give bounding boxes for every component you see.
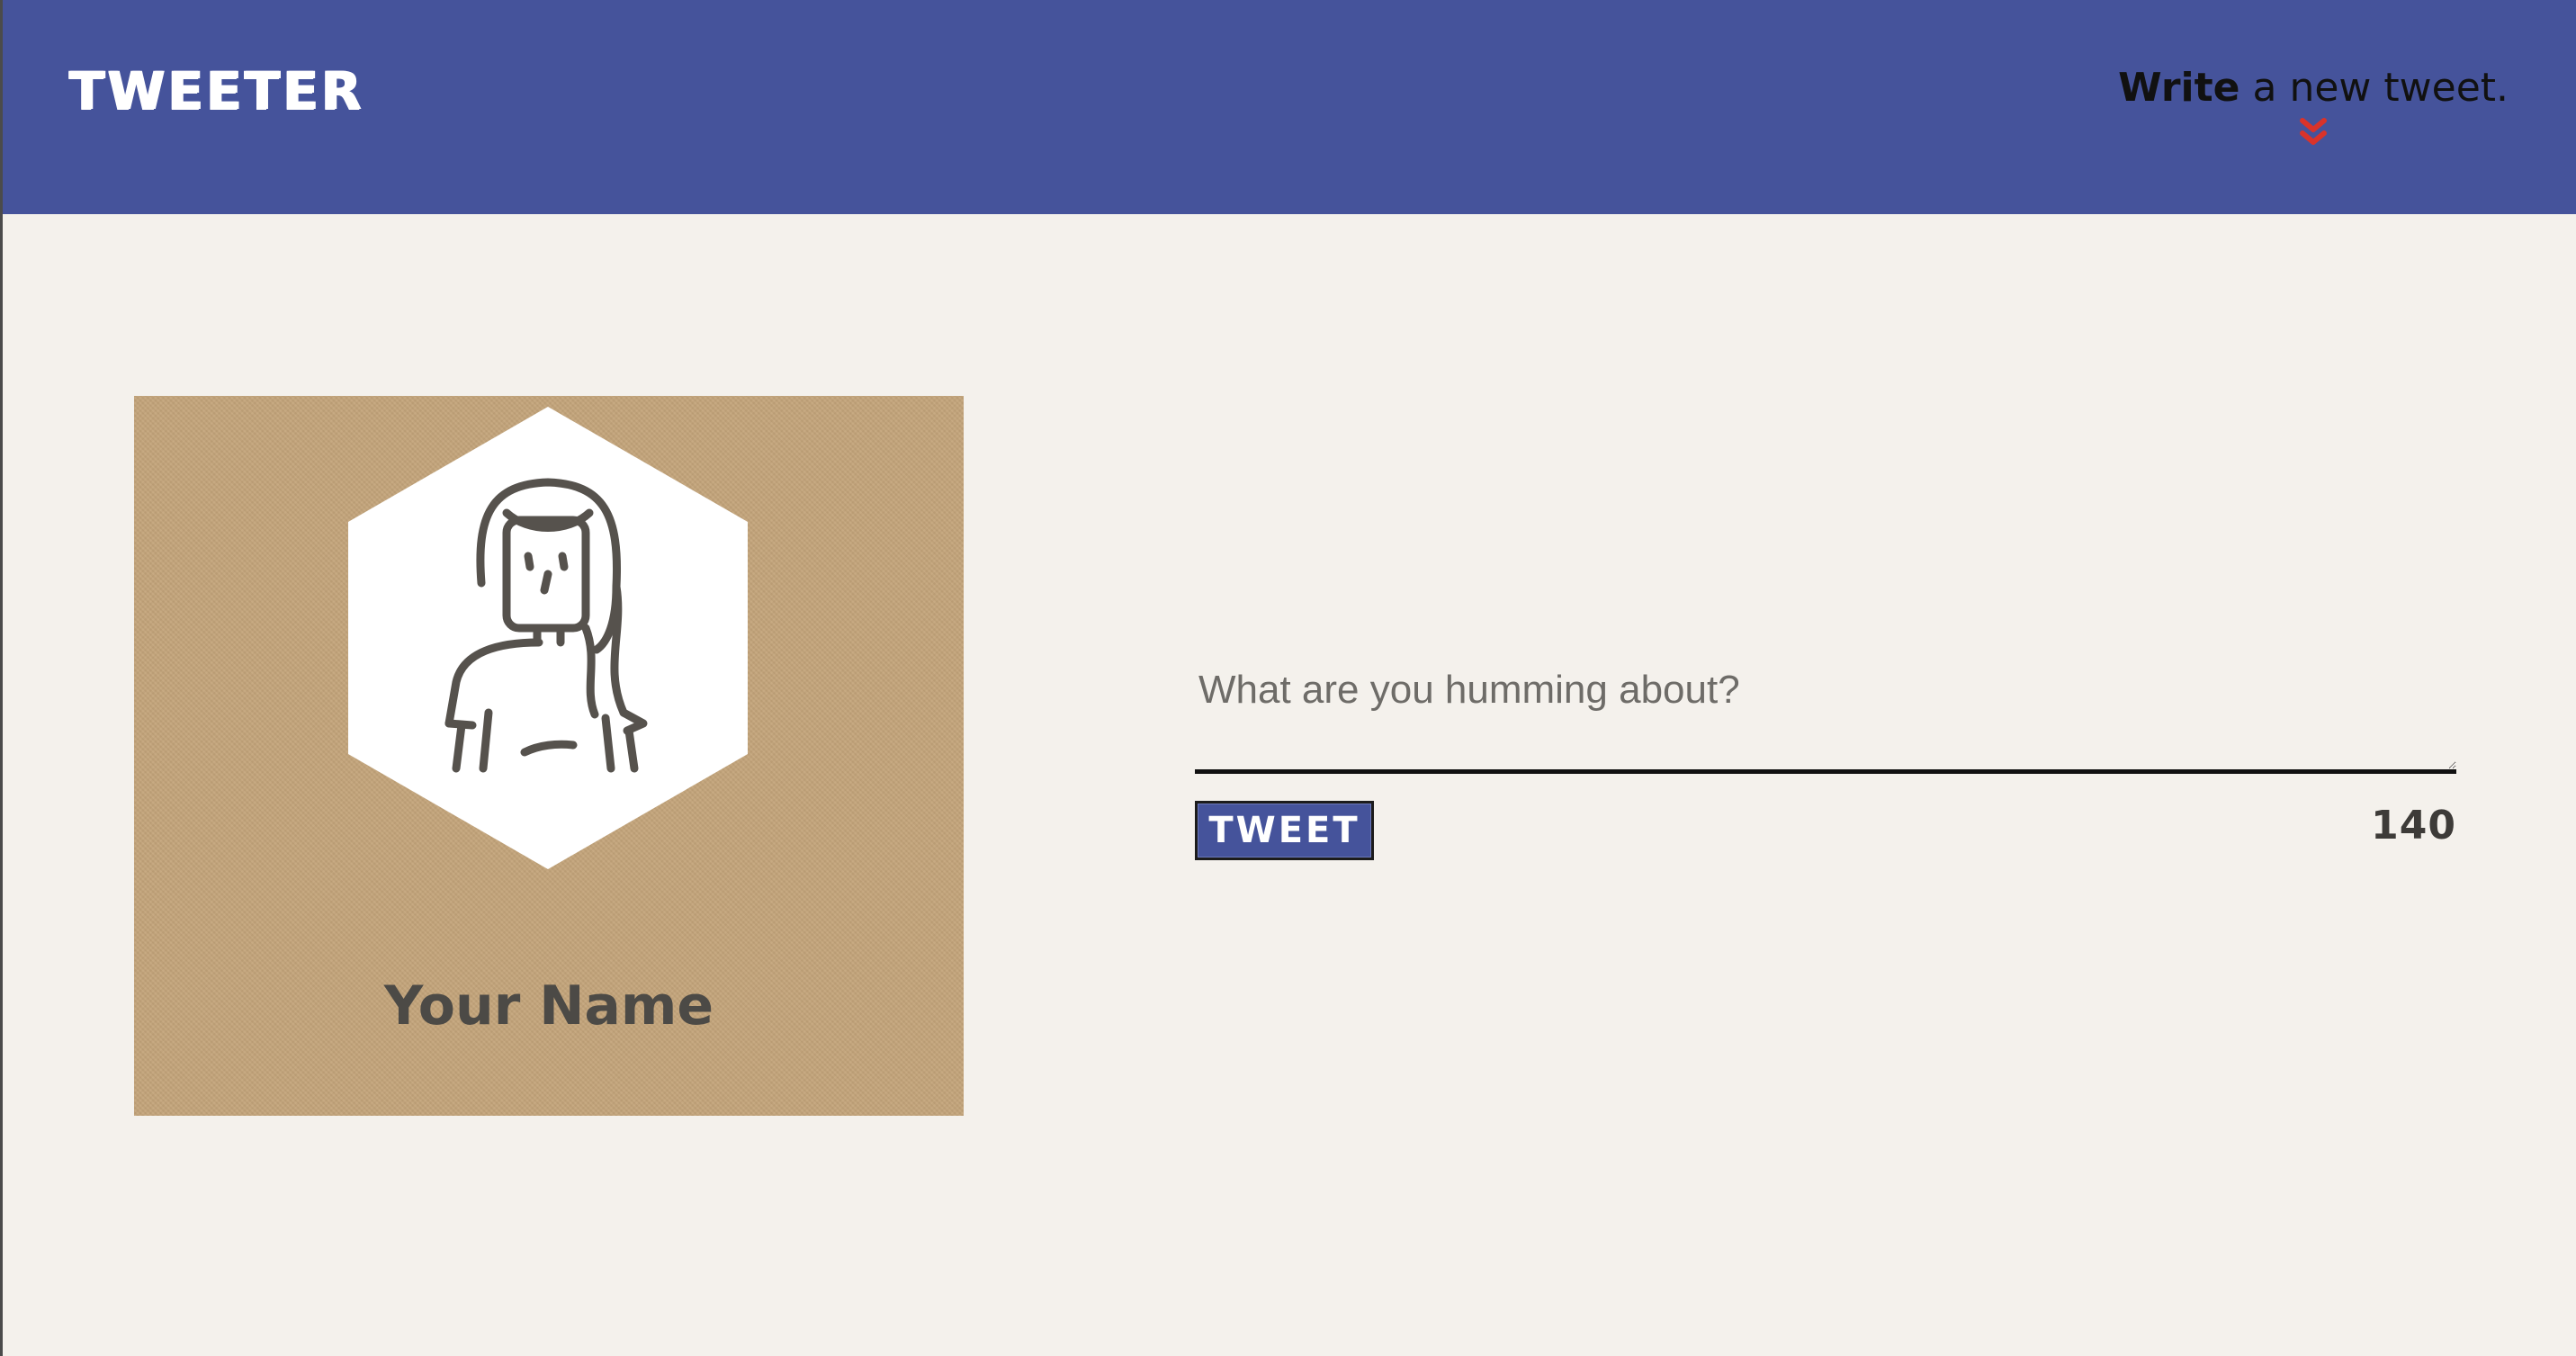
- compose-prompt[interactable]: Write a new tweet.: [2118, 68, 2509, 108]
- compose-prompt-strong: Write: [2118, 65, 2240, 111]
- tweet-button[interactable]: TWEET: [1195, 801, 1374, 860]
- tweet-composer: TWEET 140: [1195, 630, 2456, 873]
- app-logo: TWEETER: [68, 60, 364, 121]
- compose-prompt-rest: a new tweet.: [2239, 65, 2509, 111]
- tweet-input[interactable]: [1195, 630, 2456, 774]
- woman-avatar-icon: [348, 407, 748, 869]
- app-window: TWEETER Write a new tweet. Your Name Wha…: [0, 0, 2576, 1356]
- compose-toggle[interactable]: Write a new tweet.: [2118, 68, 2509, 149]
- double-chevron-down-icon[interactable]: [2297, 117, 2329, 149]
- char-counter: 140: [2371, 803, 2456, 849]
- composer-footer: TWEET 140: [1195, 801, 2456, 873]
- profile-name: Your Name: [383, 974, 714, 1037]
- profile-card: Your Name: [134, 396, 964, 1116]
- top-nav: TWEETER Write a new tweet.: [3, 0, 2576, 214]
